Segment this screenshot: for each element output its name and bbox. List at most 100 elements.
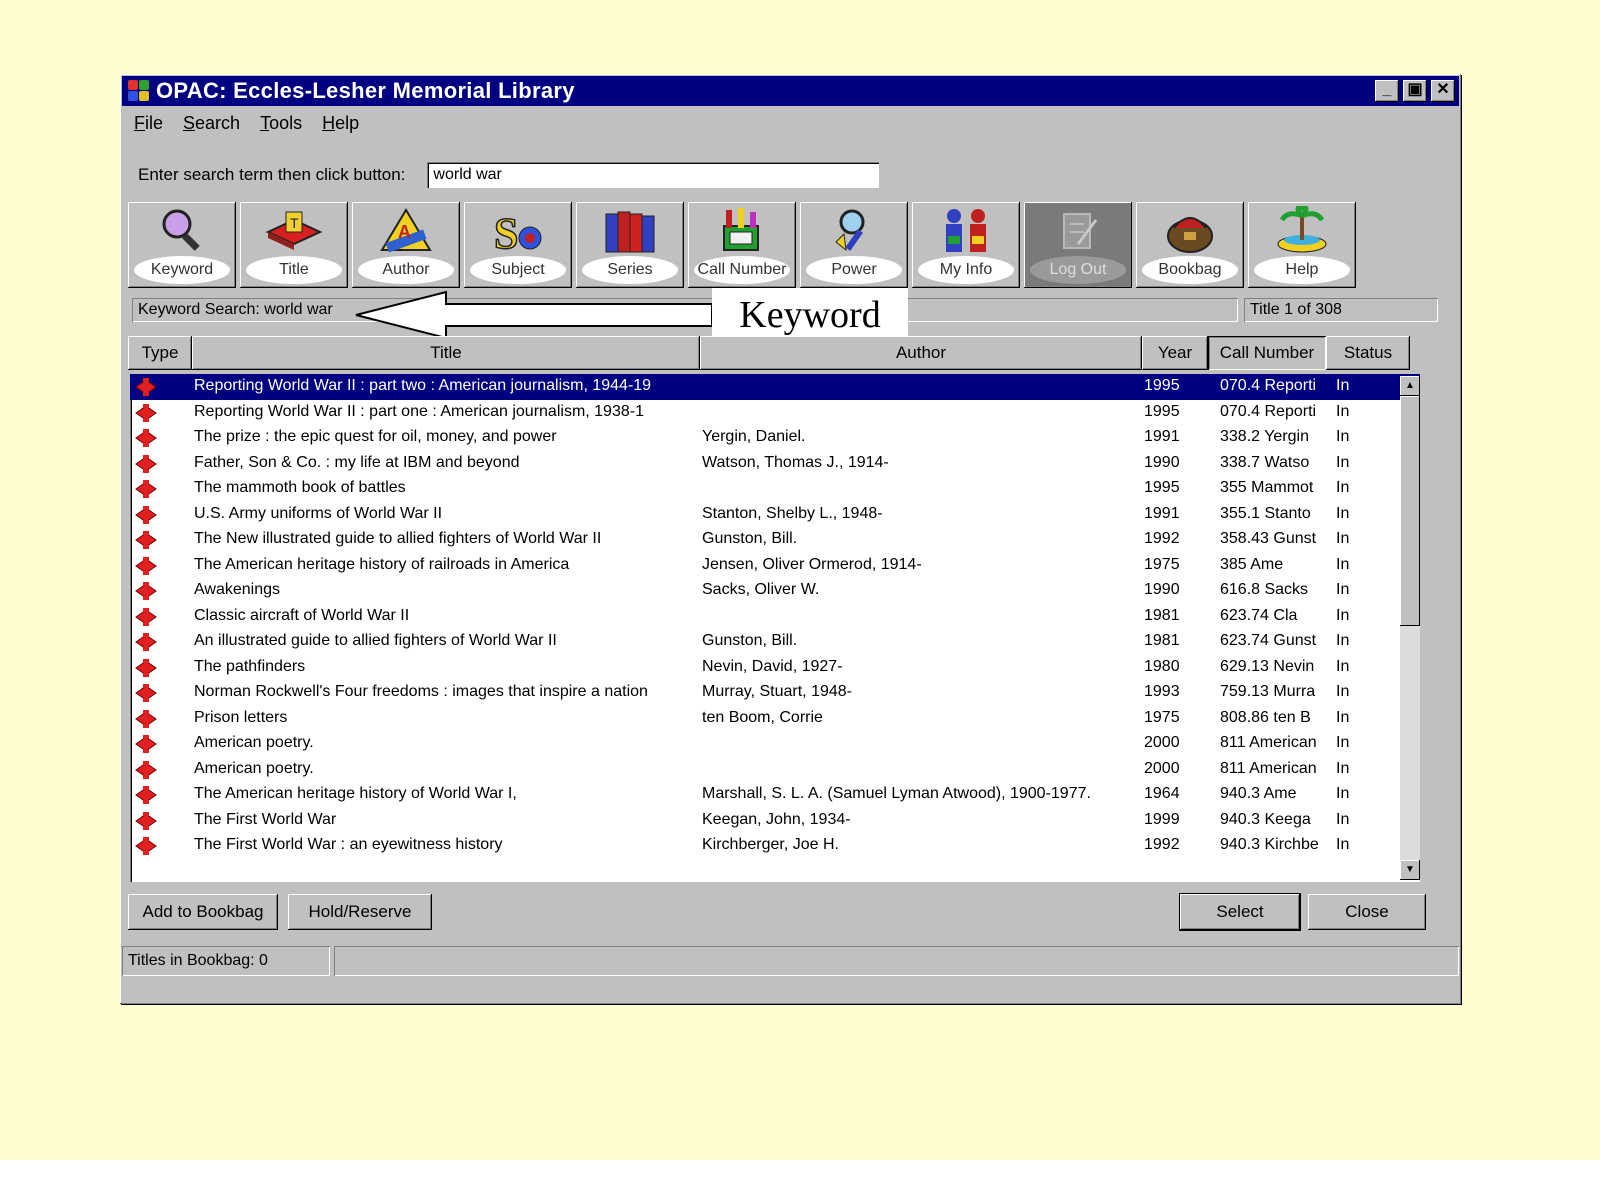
power-button[interactable]: Power <box>800 202 908 288</box>
author-button[interactable]: A Author <box>352 202 460 288</box>
cell-year: 1995 <box>1144 402 1180 420</box>
close-button[interactable]: Close <box>1308 894 1426 930</box>
menu-tools[interactable]: Tools <box>260 113 302 134</box>
table-row[interactable]: American poetry. 2000 811 American In <box>130 757 1420 783</box>
cell-call-number: 940.3 Keega <box>1220 810 1311 828</box>
cell-status: In <box>1336 810 1350 828</box>
col-year[interactable]: Year <box>1142 336 1208 370</box>
book-type-icon <box>134 760 158 780</box>
menu-bar: File Search Tools Help <box>124 108 369 138</box>
help-button[interactable]: Help <box>1248 202 1356 288</box>
cell-status: In <box>1336 479 1350 496</box>
cell-title: The American heritage history of World W… <box>194 785 517 802</box>
search-input[interactable] <box>427 162 880 188</box>
call-number-button[interactable]: Call Number <box>688 202 796 288</box>
cell-title: The First World War : an eyewitness hist… <box>194 836 503 853</box>
title-label: Title <box>246 256 342 284</box>
cell-call-number: 358.43 Gunst <box>1220 530 1317 547</box>
col-title[interactable]: Title <box>192 336 700 370</box>
bookbag-button[interactable]: Bookbag <box>1136 202 1244 288</box>
table-row[interactable]: U.S. Army uniforms of World War II Stanto… <box>130 502 1420 528</box>
cell-author: Murray, Stuart, 1948- <box>702 683 852 700</box>
page-bottom-strip <box>0 1160 1600 1200</box>
col-status[interactable]: Status <box>1326 336 1410 370</box>
cell-year: 1992 <box>1144 530 1180 547</box>
search-label: Enter search term then click button: <box>138 165 406 184</box>
table-row[interactable]: Reporting World War II : part two : Amer… <box>130 374 1420 400</box>
series-button[interactable]: Series <box>576 202 684 288</box>
cell-call-number: 623.74 Gunst <box>1220 632 1317 649</box>
cell-call-number: 385 Ame <box>1220 555 1284 573</box>
col-call-number[interactable]: Call Number <box>1208 336 1326 370</box>
title-bar[interactable]: OPAC: Eccles-Lesher Memorial Library _ ▣… <box>122 76 1459 106</box>
add-to-bookbag-button[interactable]: Add to Bookbag <box>128 894 278 930</box>
cell-year: 1981 <box>1144 632 1180 649</box>
log-out-button[interactable]: Log Out <box>1024 202 1132 288</box>
menu-file[interactable]: File <box>134 113 163 134</box>
col-author[interactable]: Author <box>700 336 1142 370</box>
cell-title: Prison letters <box>194 708 288 726</box>
table-row[interactable]: The mammoth book of battles 1995 355 Mammo… <box>130 476 1420 502</box>
minimize-button[interactable]: _ <box>1375 80 1399 102</box>
cell-title: The prize : the epic quest for oil, mone… <box>194 428 557 445</box>
table-row[interactable]: The American heritage history of World W… <box>130 782 1420 808</box>
menu-search[interactable]: Search <box>183 113 240 134</box>
table-row[interactable]: American poetry. 2000 811 American In <box>130 731 1420 757</box>
power-search-icon <box>824 206 884 254</box>
cell-year: 1980 <box>1144 657 1180 675</box>
table-row[interactable]: Prison letters ten Boom, Corrie 1975 808.86… <box>130 706 1420 732</box>
cell-author: Kirchberger, Joe H. <box>702 836 839 853</box>
select-button[interactable]: Select <box>1180 894 1300 930</box>
menu-help-rest: elp <box>335 112 360 133</box>
cell-title: Norman Rockwell's Four freedoms : images… <box>194 683 648 700</box>
table-row[interactable]: An illustrated guide to allied fighters … <box>130 629 1420 655</box>
book-icon: T <box>264 206 324 254</box>
results-list: Reporting World War II : part two : Amer… <box>130 374 1420 882</box>
cell-year: 1999 <box>1144 810 1180 828</box>
book-type-icon <box>134 428 158 448</box>
cell-author: Stanton, Shelby L., 1948- <box>702 504 883 522</box>
table-row[interactable]: Father, Son & Co. : my life at IBM and b… <box>130 451 1420 477</box>
cell-status: In <box>1336 657 1350 675</box>
table-row[interactable]: The prize : the epic quest for oil, mone… <box>130 425 1420 451</box>
subject-button[interactable]: S Subject <box>464 202 572 288</box>
search-toolbar: Keyword T Title A Author S Subject Serie… <box>128 202 1360 288</box>
author-icon: A <box>376 206 436 254</box>
table-row[interactable]: The First World War Keegan, John, 1934- 19… <box>130 808 1420 834</box>
titles-in-bookbag: Titles in Bookbag: 0 <box>122 946 330 976</box>
cell-author: Marshall, S. L. A. (Samuel Lyman Atwood)… <box>702 785 1091 802</box>
cell-status: In <box>1336 734 1350 751</box>
power-label: Power <box>806 256 902 284</box>
scroll-up-icon[interactable]: ▲ <box>1400 376 1420 396</box>
close-window-button[interactable]: ✕ <box>1431 80 1455 102</box>
table-row[interactable]: Reporting World War II : part one : Amer… <box>130 400 1420 426</box>
cell-author: Watson, Thomas J., 1914- <box>702 453 889 471</box>
magnifier-icon <box>152 206 212 254</box>
maximize-button[interactable]: ▣ <box>1403 80 1427 102</box>
table-row[interactable]: Awakenings Sacks, Oliver W. 1990 616.8 Sack… <box>130 578 1420 604</box>
table-row[interactable]: The First World War : an eyewitness hist… <box>130 833 1420 859</box>
cell-year: 1990 <box>1144 453 1180 471</box>
table-row[interactable]: Classic aircraft of World War II 1981 623.… <box>130 604 1420 630</box>
cell-title: American poetry. <box>194 734 314 751</box>
title-button[interactable]: T Title <box>240 202 348 288</box>
table-row[interactable]: The pathfinders Nevin, David, 1927- 1980 62… <box>130 655 1420 681</box>
cell-status: In <box>1336 632 1350 649</box>
col-type[interactable]: Type <box>128 336 192 370</box>
scroll-thumb[interactable] <box>1400 396 1420 626</box>
hold-reserve-button[interactable]: Hold/Reserve <box>288 894 432 930</box>
table-row[interactable]: The New illustrated guide to allied figh… <box>130 527 1420 553</box>
scroll-down-icon[interactable]: ▼ <box>1400 860 1420 880</box>
cell-call-number: 940.3 Ame <box>1220 785 1297 802</box>
table-row[interactable]: Norman Rockwell's Four freedoms : images… <box>130 680 1420 706</box>
cell-call-number: 338.7 Watso <box>1220 453 1310 471</box>
cell-title: Classic aircraft of World War II <box>194 606 410 624</box>
table-row[interactable]: The American heritage history of railroa… <box>130 553 1420 579</box>
my-info-button[interactable]: My Info <box>912 202 1020 288</box>
cell-status: In <box>1336 377 1350 394</box>
results-scrollbar[interactable]: ▲ ▼ <box>1400 376 1420 880</box>
cell-status: In <box>1336 606 1350 624</box>
keyword-button[interactable]: Keyword <box>128 202 236 288</box>
book-type-icon <box>134 556 158 576</box>
menu-help[interactable]: Help <box>322 113 359 134</box>
